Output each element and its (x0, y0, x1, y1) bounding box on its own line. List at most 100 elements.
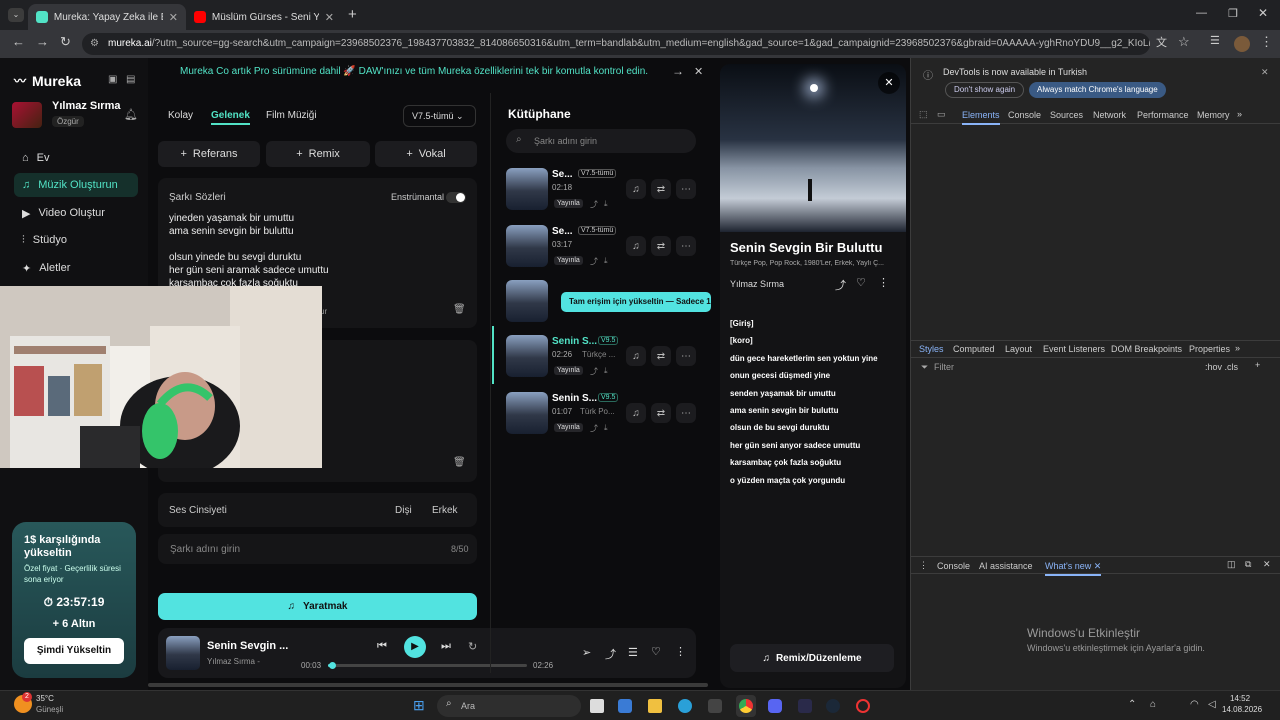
library-item[interactable]: Senin S... V9.5 01:07 Türk Po... Yayınla… (506, 392, 710, 438)
instrumental-toggle[interactable] (446, 192, 466, 203)
download-icon[interactable]: ⤓ (604, 423, 608, 433)
devtools-tab-performance[interactable]: Performance (1137, 110, 1189, 120)
promo-banner[interactable]: Mureka Co artık Pro sürümüne dahil 🚀 DAW… (180, 66, 648, 77)
reload-icon[interactable]: ↻ (60, 34, 71, 50)
drawer-console-tab[interactable]: Console (937, 561, 970, 571)
remix-icon[interactable]: ⇄ (651, 346, 671, 366)
tab-film-music[interactable]: Film Müziği (266, 110, 317, 121)
song-title[interactable]: Se... (552, 226, 573, 237)
music-note-icon[interactable]: ♫ (626, 403, 646, 423)
close-icon[interactable]: ✕ (1261, 67, 1269, 78)
store-icon[interactable] (708, 699, 722, 713)
equalizer-icon[interactable]: ☰ (628, 646, 638, 659)
chrome-taskbar-button[interactable] (736, 695, 756, 717)
maximize-icon[interactable]: ❐ (1228, 7, 1238, 20)
song-title[interactable]: Senin S... (552, 336, 597, 347)
close-icon[interactable]: ✕ (694, 65, 703, 78)
more-icon[interactable]: ⋯ (676, 236, 696, 256)
remix-icon[interactable]: ⇄ (651, 403, 671, 423)
minimize-icon[interactable]: — (1196, 7, 1207, 19)
close-icon[interactable]: ✕ (169, 11, 178, 24)
nav-item-create-video[interactable]: ▶ Video Oluştur (14, 201, 138, 225)
layout-tab[interactable]: Layout (1005, 344, 1032, 354)
more-icon[interactable]: ⋮ (675, 645, 686, 658)
notes-icon[interactable]: ▤ (126, 74, 135, 85)
devtools-tab-network[interactable]: Network (1093, 110, 1126, 120)
scroll-indicator[interactable] (492, 326, 494, 384)
more-icon[interactable]: ⋯ (676, 179, 696, 199)
new-rule-icon[interactable]: + (1255, 360, 1260, 370)
remix-edit-button[interactable]: ♫ Remix/Düzenleme (730, 644, 894, 672)
song-title[interactable]: Senin S... (552, 393, 597, 404)
share-icon[interactable]: ⤴ (590, 423, 598, 434)
library-search-input[interactable]: Şarkı adını girin (506, 129, 696, 153)
chevron-more-icon[interactable]: » (1237, 109, 1242, 119)
windows-start-icon[interactable]: ⊞ (413, 697, 425, 714)
share-icon[interactable]: ⤴ (835, 277, 846, 293)
more-icon[interactable]: ⋮ (878, 276, 889, 289)
tab-easy[interactable]: Kolay (168, 110, 193, 121)
progress-track[interactable] (328, 662, 527, 669)
close-icon[interactable]: ✕ (1263, 559, 1271, 570)
task-view-icon[interactable] (590, 699, 604, 713)
hov-cls-toggle[interactable]: :hov .cls (1205, 362, 1238, 372)
send-icon[interactable]: ➢ (582, 646, 591, 659)
taskbar-search[interactable]: Ara (437, 695, 581, 717)
song-title[interactable]: Se... (552, 169, 573, 180)
lyrics-textarea[interactable]: yineden yaşamak bir umuttu ama senin sev… (169, 212, 459, 288)
arrow-right-icon[interactable]: → (672, 64, 684, 78)
download-icon[interactable]: ⤓ (604, 199, 608, 209)
trash-icon[interactable]: 🗑︎ (453, 457, 466, 468)
dont-show-again-button[interactable]: Don't show again (945, 82, 1025, 98)
progress-knob[interactable] (328, 662, 336, 669)
discord-icon[interactable] (768, 699, 782, 713)
create-button[interactable]: ♫ Yaratmak (158, 593, 477, 620)
devtools-tab-memory[interactable]: Memory (1197, 110, 1230, 120)
panel-icon[interactable]: ▣ (108, 74, 117, 85)
heart-icon[interactable]: ♡ (651, 645, 661, 658)
window-close-icon[interactable]: ✕ (1258, 6, 1268, 20)
bell-icon[interactable]: 🔔︎ (124, 108, 138, 121)
wifi-icon[interactable]: ◠ (1190, 699, 1199, 710)
chevron-more-icon[interactable]: » (1235, 343, 1240, 353)
avatar[interactable] (12, 102, 42, 128)
devtools-tab-elements[interactable]: Elements (962, 110, 1000, 125)
extensions-icon[interactable]: ☰ (1210, 34, 1220, 47)
song-thumbnail[interactable] (506, 280, 548, 322)
song-thumbnail[interactable] (506, 392, 548, 434)
drawer-whats-new-tab[interactable]: What's new ✕ (1045, 561, 1102, 576)
inspect-icon[interactable]: ⬚ (919, 109, 928, 120)
nav-item-home[interactable]: ⌂ Ev (14, 146, 138, 170)
song-thumbnail[interactable] (506, 335, 548, 377)
close-icon[interactable]: ✕ (325, 11, 334, 24)
widgets-icon[interactable] (618, 699, 632, 713)
drawer-ai-tab[interactable]: AI assistance (979, 561, 1033, 571)
match-language-button[interactable]: Always match Chrome's language (1029, 82, 1166, 98)
vocal-button[interactable]: + Vokal (375, 141, 477, 167)
heart-icon[interactable]: ♡ (856, 276, 866, 289)
song-thumbnail[interactable] (506, 225, 548, 267)
more-icon[interactable]: ⋯ (676, 403, 696, 423)
dom-breakpoints-tab[interactable]: DOM Breakpoints (1111, 344, 1182, 354)
download-icon[interactable]: ⤓ (604, 366, 608, 376)
share-icon[interactable]: ⤴ (590, 366, 598, 377)
event-listeners-tab[interactable]: Event Listeners (1043, 344, 1105, 354)
previous-icon[interactable]: ⏮ (377, 640, 387, 653)
opera-icon[interactable] (856, 699, 870, 713)
reference-button[interactable]: + Referans (158, 141, 260, 167)
publish-button[interactable]: Yayınla (554, 423, 583, 432)
share-icon[interactable]: ⤴ (590, 199, 598, 210)
publish-button[interactable]: Yayınla (554, 199, 583, 208)
bookmark-star-icon[interactable]: ☆ (1178, 34, 1190, 50)
site-info-icon[interactable]: ⚙ (90, 38, 99, 49)
player-cover-image[interactable] (166, 636, 200, 670)
new-tab-icon[interactable]: + (348, 6, 357, 23)
share-icon[interactable]: ⤴ (605, 646, 616, 662)
trash-icon[interactable]: 🗑︎ (453, 304, 466, 315)
steam-icon[interactable] (826, 699, 840, 713)
library-item[interactable]: Senin S... V9.5 02:26 Türkçe ... Yayınla… (506, 335, 710, 381)
address-bar[interactable]: mureka.ai/?utm_source=gg-search&utm_camp… (82, 33, 1150, 55)
device-icon[interactable]: ▭ (937, 109, 946, 120)
properties-tab[interactable]: Properties (1189, 344, 1230, 354)
library-item[interactable]: Se... V7.5-tümü 02:18 Yayınla ⤴ ⤓ ♫ ⇄ ⋯ (506, 168, 710, 214)
